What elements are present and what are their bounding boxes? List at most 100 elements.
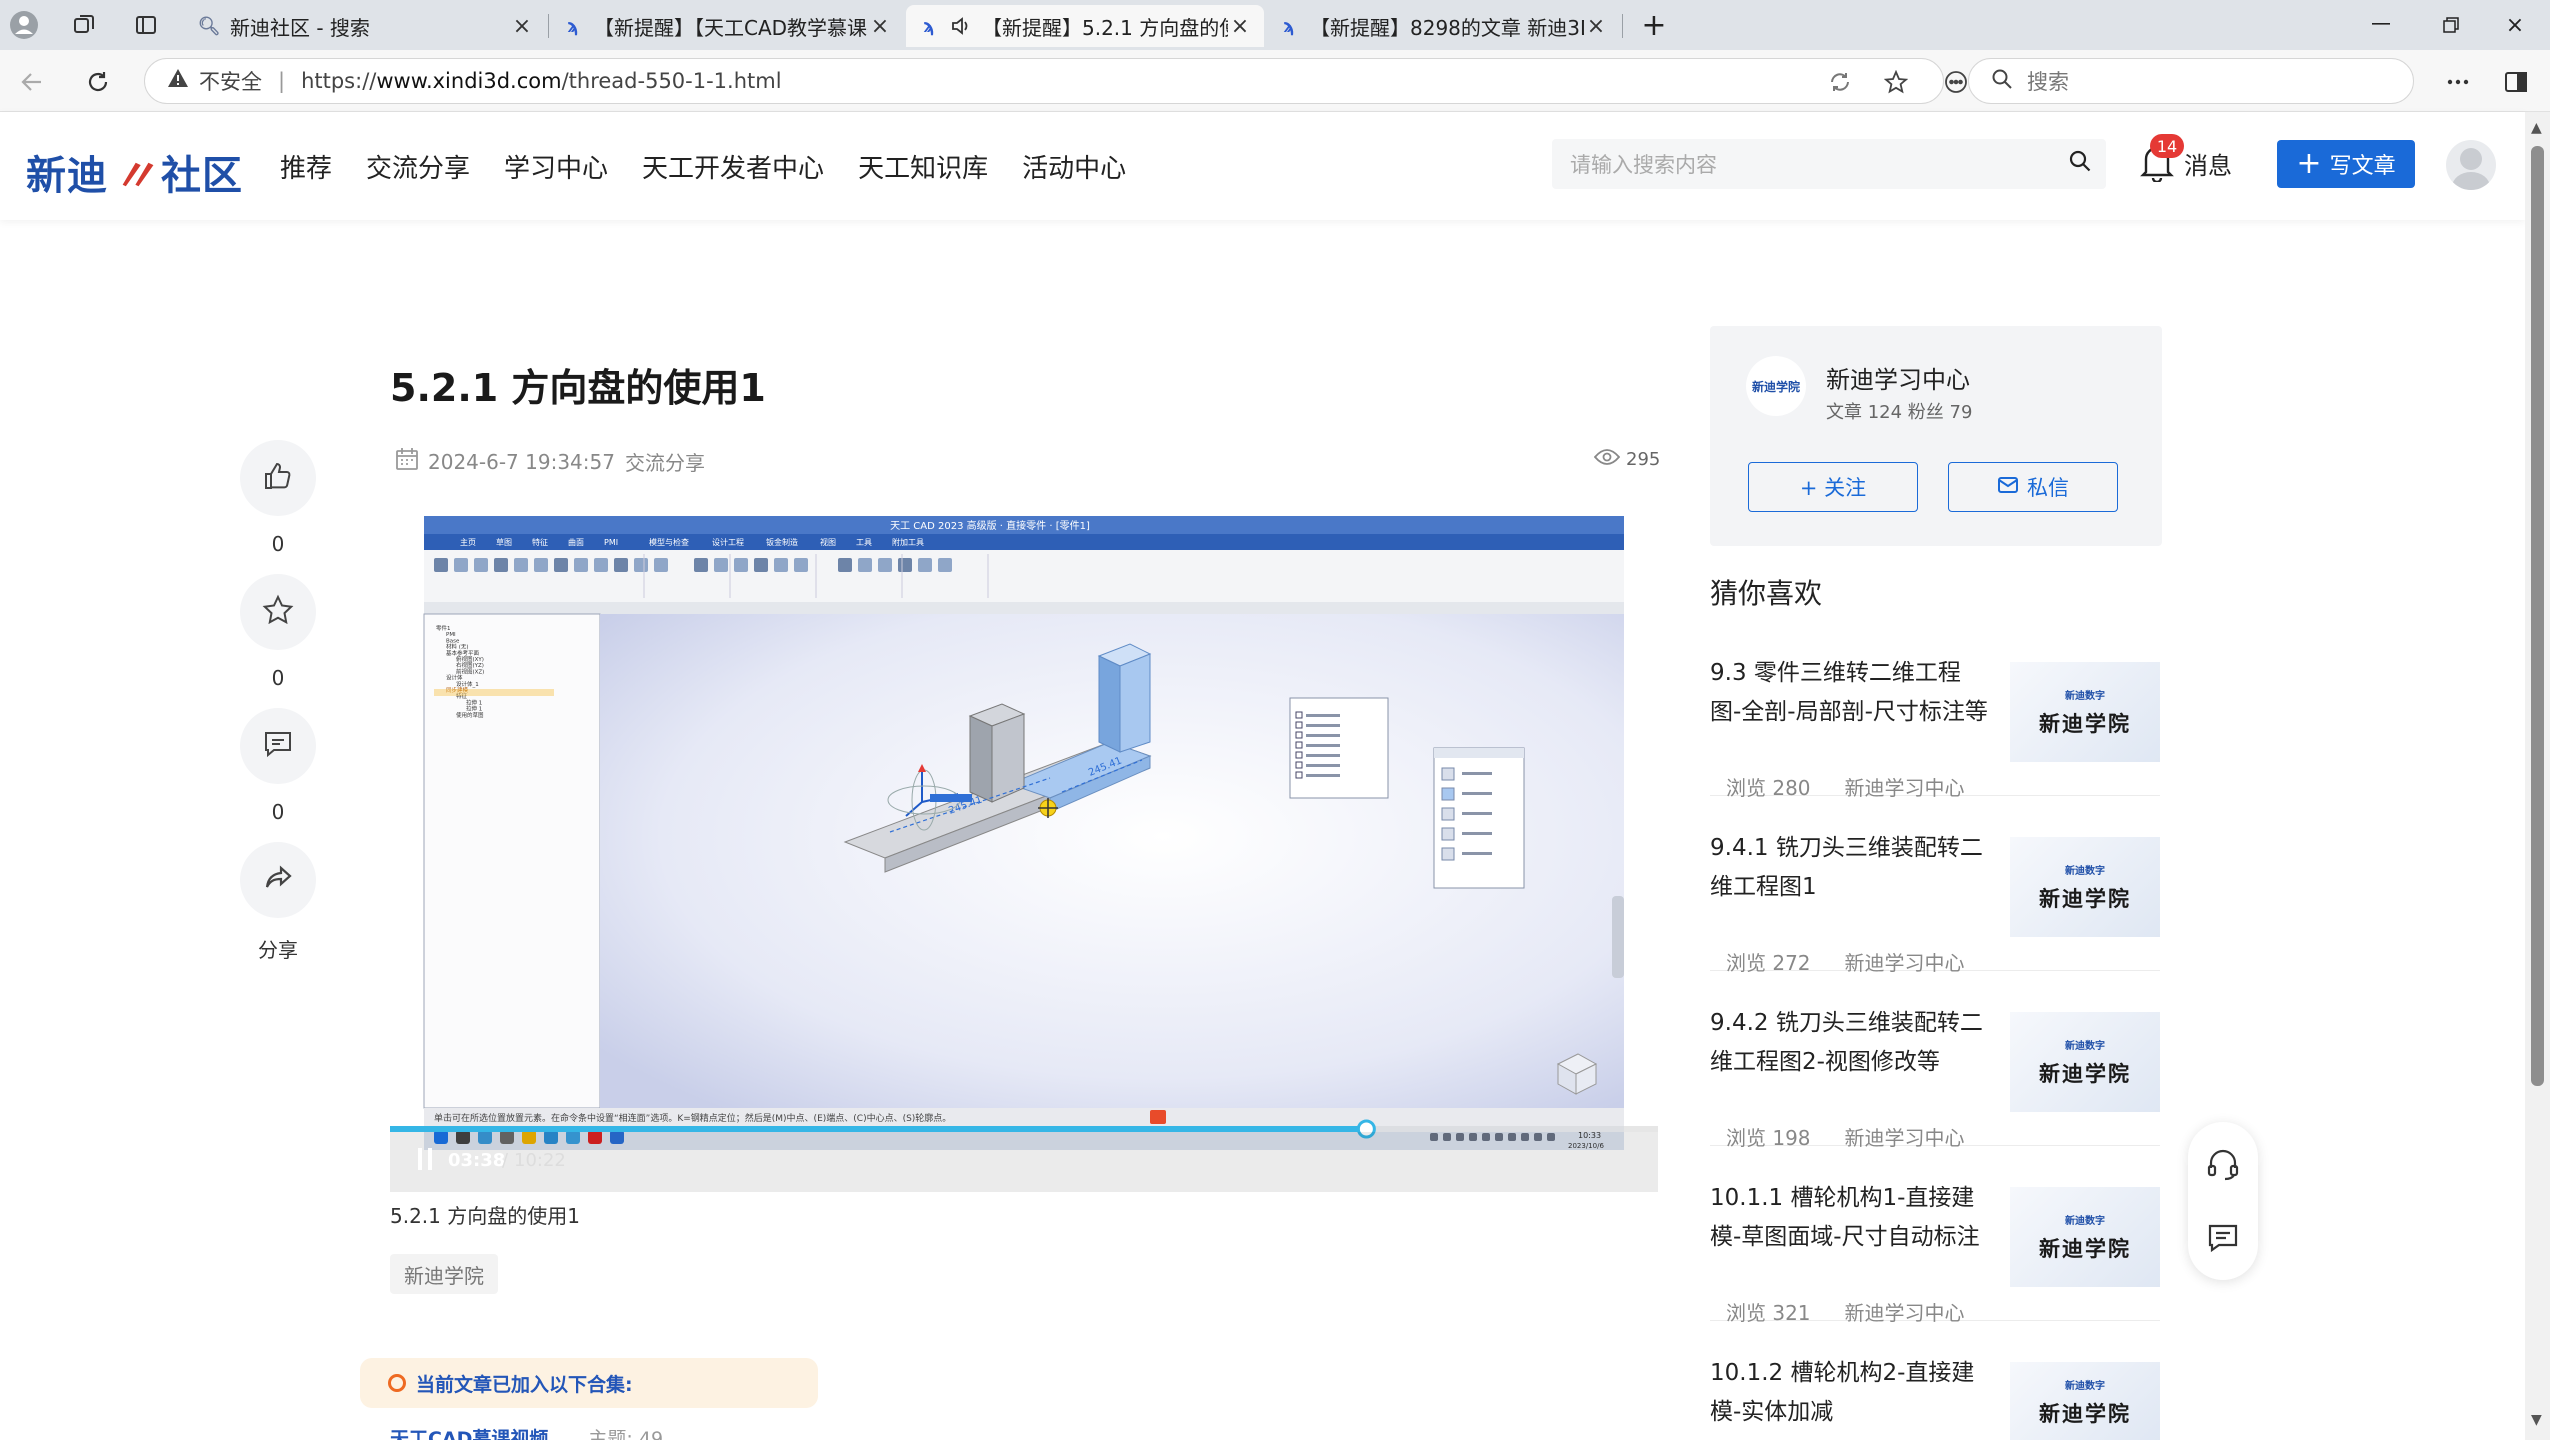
video-player[interactable]: 天工 CAD 2023 高级版 · 直接零件 · [零件1] 主页 草图 特征 曲面 P… bbox=[390, 516, 1658, 1192]
insecure-label[interactable]: 不安全 bbox=[199, 66, 262, 96]
write-article-button[interactable]: + 写文章 bbox=[2277, 140, 2415, 188]
recommend-thumbnail[interactable]: 新迪数字 新迪学院 bbox=[2010, 837, 2160, 937]
nav-item-events[interactable]: 活动中心 bbox=[1022, 148, 1126, 185]
vertical-tabs-icon[interactable] bbox=[128, 7, 164, 43]
recommend-stats: 浏览 272 新迪学习中心 bbox=[1726, 951, 1965, 975]
cad-tool-icon bbox=[594, 558, 608, 572]
comment-button[interactable] bbox=[240, 708, 316, 784]
article-tag[interactable]: 新迪学院 bbox=[390, 1254, 498, 1294]
warning-icon[interactable] bbox=[167, 67, 189, 95]
profile-icon[interactable] bbox=[6, 7, 42, 43]
cad-title-text: 天工 CAD 2023 高级版 · 直接零件 · [零件1] bbox=[890, 519, 1090, 532]
cad-ribbon-tab: 草图 bbox=[496, 537, 512, 547]
minimize-button[interactable] bbox=[2346, 0, 2416, 50]
recommend-title[interactable]: 9.4.1 铣刀头三维装配转二维工程图1 bbox=[1710, 829, 1990, 907]
list-item[interactable]: 9.3 零件三维转二维工程图-全剖-局部剖-尺寸标注等 浏览 280 新迪学习中心… bbox=[1710, 654, 2160, 800]
browser-search-placeholder: 搜索 bbox=[2027, 70, 2069, 94]
site-favicon-icon: ϡ bbox=[1283, 15, 1295, 37]
nav-item-developer[interactable]: 天工开发者中心 bbox=[642, 148, 824, 185]
cad-tree-item: 俯视图(XY) bbox=[456, 655, 484, 663]
scroll-up-icon[interactable]: ▲ bbox=[2531, 120, 2542, 136]
list-item[interactable]: 9.4.1 铣刀头三维装配转二维工程图1 浏览 272 新迪学习中心 新迪数字 新迪… bbox=[1710, 829, 2160, 975]
author-avatar[interactable]: 新迪学院 bbox=[1746, 356, 1806, 416]
dialog-line bbox=[1306, 754, 1340, 757]
url-text[interactable]: https://www.xindi3d.com/thread-550-1-1.h… bbox=[301, 69, 781, 93]
favorite-button[interactable] bbox=[240, 574, 316, 650]
nav-item-learning[interactable]: 学习中心 bbox=[504, 148, 608, 185]
url-bar[interactable]: 不安全 | https://www.xindi3d.com/thread-550… bbox=[144, 58, 1967, 104]
logo-mark-icon: 〃 bbox=[112, 151, 157, 202]
dialog-icon bbox=[1441, 847, 1455, 861]
restore-button[interactable] bbox=[2416, 0, 2486, 50]
close-icon[interactable]: × bbox=[1228, 14, 1252, 39]
checkbox-icon bbox=[1295, 731, 1303, 739]
recommend-thumbnail[interactable]: 新迪数字 新迪学院 bbox=[2010, 1012, 2160, 1112]
window-close-button[interactable]: × bbox=[2480, 0, 2550, 50]
site-search-input[interactable]: 请输入搜索内容 bbox=[1552, 139, 2106, 189]
close-icon[interactable]: × bbox=[510, 14, 534, 39]
collection-row[interactable]: 天工CAD慕课视频 主题: 49 bbox=[390, 1424, 663, 1440]
favorite-action: 0 bbox=[240, 574, 316, 690]
headset-icon[interactable] bbox=[2205, 1146, 2241, 1182]
cad-tool-icon bbox=[554, 558, 568, 572]
tab-cad-course[interactable]: ϡ 【新提醒】【天工CAD教学慕课视 × bbox=[550, 5, 904, 47]
tab-search[interactable]: 🔍︎ 新迪社区 - 搜索 × bbox=[186, 5, 546, 47]
close-icon[interactable]: × bbox=[1584, 14, 1608, 39]
messages-link[interactable]: 消息 bbox=[2184, 146, 2232, 181]
follow-button[interactable]: + 关注 bbox=[1748, 462, 1918, 512]
site-logo[interactable]: 新迪 〃 社区 bbox=[26, 140, 243, 204]
main-nav: 推荐 交流分享 学习中心 天工开发者中心 天工知识库 活动中心 bbox=[280, 148, 1160, 185]
favorite-star-icon[interactable] bbox=[1879, 67, 1913, 97]
like-button[interactable] bbox=[240, 440, 316, 516]
scroll-down-icon[interactable]: ▼ bbox=[2531, 1412, 2542, 1428]
page-scrollbar[interactable]: ▲ ▼ bbox=[2525, 112, 2550, 1440]
list-item[interactable]: 10.1.2 槽轮机构2-直接建模-实体加减 新迪数字 新迪学院 bbox=[1710, 1354, 2160, 1440]
recommend-thumbnail[interactable]: 新迪数字 新迪学院 bbox=[2010, 1362, 2160, 1440]
video-current-time: 03:38 bbox=[448, 1150, 505, 1171]
collection-name[interactable]: 天工CAD慕课视频 bbox=[390, 1424, 548, 1440]
back-button[interactable] bbox=[12, 62, 52, 102]
private-message-button[interactable]: 私信 bbox=[1948, 462, 2118, 512]
recommend-title[interactable]: 9.3 零件三维转二维工程图-全剖-局部剖-尺寸标注等 bbox=[1710, 654, 1990, 732]
list-item[interactable]: 10.1.1 槽轮机构1-直接建模-草图面域-尺寸自动标注 浏览 321 新迪学习… bbox=[1710, 1179, 2160, 1325]
recommend-title[interactable]: 10.1.1 槽轮机构1-直接建模-草图面域-尺寸自动标注 bbox=[1710, 1179, 1990, 1257]
feedback-icon[interactable] bbox=[2205, 1220, 2241, 1256]
mail-icon bbox=[1997, 475, 2019, 499]
list-item[interactable]: 9.4.2 铣刀头三维装配转二维工程图2-视图修改等 浏览 198 新迪学习中心 … bbox=[1710, 1004, 2160, 1150]
author-name[interactable]: 新迪学习中心 bbox=[1826, 360, 1970, 395]
search-icon bbox=[1991, 68, 2013, 95]
avatar[interactable] bbox=[2446, 140, 2496, 190]
search-icon[interactable] bbox=[2068, 149, 2092, 179]
checkbox-icon bbox=[1295, 721, 1303, 729]
article-category[interactable]: 交流分享 bbox=[625, 447, 705, 476]
cad-ribbon-tab: 视图 bbox=[820, 537, 836, 547]
browser-search-box[interactable]: 搜索 bbox=[1968, 58, 2414, 104]
recommend-thumbnail[interactable]: 新迪数字 新迪学院 bbox=[2010, 662, 2160, 762]
sidebar-toggle-icon[interactable] bbox=[2496, 62, 2536, 102]
tab-separator bbox=[1622, 14, 1623, 38]
cad-tree-item: 拉伸 1 bbox=[466, 705, 482, 713]
recommend-stats: 浏览 321 新迪学习中心 bbox=[1726, 1301, 1965, 1325]
close-icon[interactable]: × bbox=[868, 14, 892, 39]
recommend-title[interactable]: 10.1.2 槽轮机构2-直接建模-实体加减 bbox=[1710, 1354, 1990, 1432]
recommend-title[interactable]: 9.4.2 铣刀头三维装配转二维工程图2-视图修改等 bbox=[1710, 1004, 1990, 1082]
nav-item-recommend[interactable]: 推荐 bbox=[280, 148, 332, 185]
nav-item-knowledge[interactable]: 天工知识库 bbox=[858, 148, 988, 185]
new-tab-button[interactable]: + bbox=[1636, 7, 1672, 43]
scrollbar-thumb[interactable] bbox=[2531, 146, 2544, 1086]
tab-8298-articles[interactable]: ϡ 【新提醒】8298的文章 新迪3D社区 × bbox=[1266, 5, 1620, 47]
collection-notice-text: 当前文章已加入以下合集: bbox=[416, 1373, 633, 1396]
checkbox-icon bbox=[1295, 771, 1303, 779]
speaker-icon[interactable] bbox=[950, 15, 972, 37]
dialog-line bbox=[1462, 772, 1492, 775]
translate-icon[interactable] bbox=[1823, 67, 1857, 97]
share-button[interactable] bbox=[240, 842, 316, 918]
reload-button[interactable] bbox=[78, 62, 118, 102]
nav-item-share[interactable]: 交流分享 bbox=[366, 148, 470, 185]
workspaces-icon[interactable] bbox=[66, 7, 102, 43]
more-menu-icon[interactable] bbox=[2438, 62, 2478, 102]
tab-current-article[interactable]: ϡ 【新提醒】5.2.1 方向盘的使用 × bbox=[906, 5, 1264, 47]
site-favicon-icon: ϡ bbox=[567, 15, 579, 37]
recommend-thumbnail[interactable]: 新迪数字 新迪学院 bbox=[2010, 1187, 2160, 1287]
calendar-icon bbox=[394, 446, 420, 477]
